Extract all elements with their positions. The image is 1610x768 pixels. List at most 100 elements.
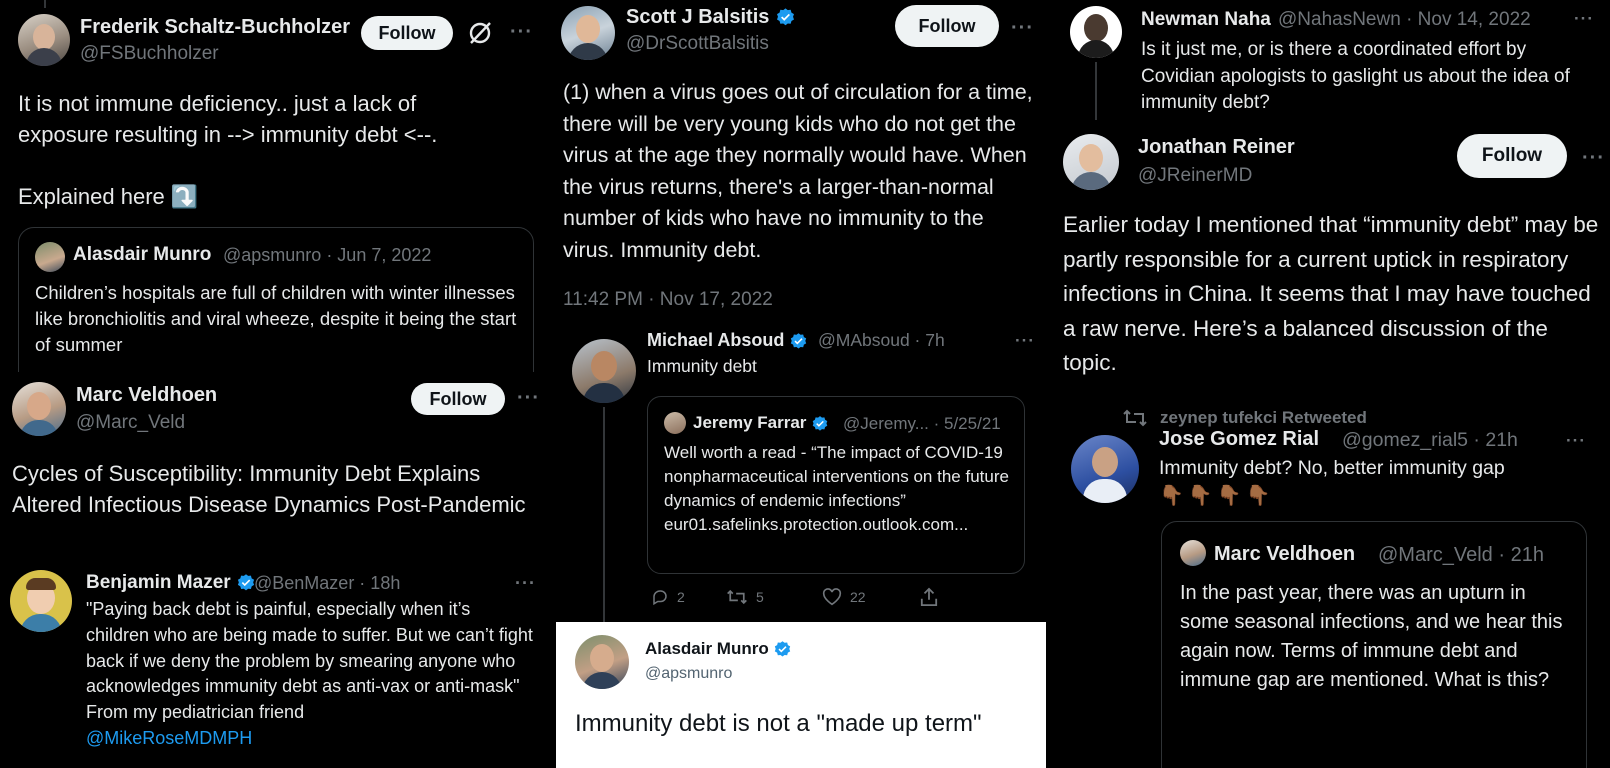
tweet-michael-absoud: Michael Absoud @MAbsoud · 7h ··· Immunit… — [546, 325, 1046, 622]
avatar[interactable] — [10, 570, 72, 632]
thread-connector — [44, 0, 46, 8]
mention-link[interactable]: @MikeRoseMDMPH — [86, 728, 252, 748]
more-options-icon[interactable]: ··· — [1566, 432, 1586, 449]
tweet-scott-balsitis: Scott J Balsitis @DrScottBalsitis Follow… — [540, 0, 1046, 325]
avatar[interactable] — [1071, 435, 1139, 503]
tweet-meta[interactable]: @MAbsoud · 7h — [818, 330, 945, 351]
quoted-text: In the past year, there was an upturn in… — [1180, 582, 1563, 691]
retweet-action[interactable]: 5 — [726, 588, 764, 606]
reply-action[interactable]: 2 — [651, 588, 685, 606]
tweet-text: Earlier today I mentioned that “immunity… — [1063, 212, 1599, 375]
author-handle[interactable]: @FSBuchholzer — [80, 43, 219, 65]
follow-button[interactable]: Follow — [361, 16, 453, 50]
more-options-icon[interactable]: ··· — [517, 388, 540, 408]
avatar — [1180, 540, 1206, 566]
tweet-text: (1) when a virus goes out of circulation… — [563, 80, 1033, 262]
verified-badge-icon — [237, 574, 255, 591]
author-handle[interactable]: @apsmunro — [645, 665, 732, 683]
follow-button[interactable]: Follow — [411, 383, 505, 415]
follow-button[interactable]: Follow — [1457, 134, 1567, 178]
author-handle[interactable]: @Marc_Veld — [76, 412, 185, 434]
retweeted-by-label: zeynep tufekci Retweeted — [1160, 408, 1367, 427]
tweet-alasdair-munro: Alasdair Munro @apsmunro Immunity debt i… — [556, 622, 1046, 768]
quoted-tweet[interactable]: Jeremy Farrar @Jeremy... · 5/25/21 Well … — [647, 396, 1025, 574]
author-name[interactable]: Benjamin Mazer — [86, 572, 256, 594]
like-action[interactable]: 22 — [822, 588, 866, 606]
tweet-meta[interactable]: @NahasNewn · Nov 14, 2022 — [1278, 9, 1531, 31]
tweet-frederik: Frederik Schaltz-Buchholzer @FSBuchholze… — [0, 0, 540, 372]
quoted-text: Well worth a read - “The impact of COVID… — [664, 443, 1009, 534]
author-name[interactable]: Jose Gomez Rial — [1159, 428, 1319, 451]
verified-badge-icon — [791, 332, 807, 349]
tweet-newman-naha: Newman Naha @NahasNewn · Nov 14, 2022 ··… — [1046, 0, 1610, 126]
author-name[interactable]: Jonathan Reiner — [1138, 136, 1295, 159]
quoted-author-name: Alasdair Munro — [73, 244, 212, 265]
author-name[interactable]: Michael Absoud — [647, 330, 808, 351]
retweet-icon — [727, 589, 747, 605]
verified-badge-icon — [776, 8, 794, 26]
author-name-text: Benjamin Mazer — [86, 572, 231, 593]
quoted-text: Children’s hospitals are full of childre… — [35, 282, 517, 355]
more-options-icon[interactable]: ··· — [1582, 148, 1605, 168]
reply-icon — [653, 590, 667, 606]
author-name-text: Scott J Balsitis — [626, 6, 770, 28]
thread-connector — [603, 407, 605, 622]
retweet-icon — [1123, 409, 1147, 427]
tweet-text-line-1: It is not immune deficiency.. just a lac… — [18, 91, 417, 116]
avatar[interactable] — [572, 339, 636, 403]
author-name[interactable]: Newman Naha — [1141, 9, 1275, 31]
quoted-tweet[interactable]: Marc Veldhoen @Marc_Veld · 21h In the pa… — [1161, 521, 1587, 768]
more-options-icon[interactable]: ··· — [1574, 10, 1594, 27]
tweet-text: Cycles of Susceptibility: Immunity Debt … — [12, 461, 526, 517]
retweeted-by[interactable]: zeynep tufekci Retweeted — [1122, 408, 1367, 428]
author-name[interactable]: Alasdair Munro — [645, 639, 792, 659]
avatar[interactable] — [1063, 134, 1119, 190]
reply-count: 2 — [677, 589, 685, 605]
tweet-marc-veldhoen: Marc Veldhoen @Marc_Veld Follow ··· Cycl… — [0, 372, 540, 552]
author-handle[interactable]: @JReinerMD — [1138, 165, 1252, 187]
more-options-icon[interactable]: ··· — [515, 574, 536, 592]
quoted-author-name: Jeremy Farrar — [693, 413, 829, 433]
tweet-body: "Paying back debt is painful, especially… — [86, 599, 533, 723]
follow-button[interactable]: Follow — [895, 5, 999, 47]
tweet-timestamp[interactable]: 11:42 PM · Nov 17, 2022 — [563, 289, 773, 311]
quoted-tweet[interactable]: Alasdair Munro @apsmunro · Jun 7, 2022 C… — [18, 227, 534, 372]
tweet-text: Is it just me, or is there a coordinated… — [1141, 39, 1570, 113]
author-name[interactable]: Marc Veldhoen — [76, 384, 217, 407]
more-options-icon[interactable]: ··· — [1011, 18, 1034, 38]
more-options-icon[interactable]: ··· — [1015, 332, 1035, 349]
avatar[interactable] — [18, 14, 70, 66]
heart-icon — [822, 588, 842, 606]
tweet-text: Immunity debt — [647, 356, 757, 376]
avatar[interactable] — [12, 382, 66, 436]
avatar[interactable] — [575, 635, 629, 689]
author-name[interactable]: Frederik Schaltz-Buchholzer — [80, 16, 350, 39]
tweet-meta[interactable]: @BenMazer · 18h — [254, 573, 400, 594]
grok-icon[interactable] — [467, 20, 493, 46]
quoted-author-name-text: Jeremy Farrar — [693, 413, 807, 432]
author-name-text: Alasdair Munro — [645, 639, 769, 658]
quoted-meta: @Jeremy... · 5/25/21 — [843, 414, 1001, 433]
quoted-meta: @apsmunro · Jun 7, 2022 — [223, 245, 432, 265]
avatar[interactable] — [1070, 6, 1122, 58]
avatar[interactable] — [561, 6, 615, 60]
tweet-jonathan-reiner: Jonathan Reiner @JReinerMD Follow ··· Ea… — [1046, 126, 1610, 400]
tweet-text-line-3: Explained here ⤵️ — [18, 184, 199, 209]
avatar — [664, 412, 686, 434]
share-icon[interactable] — [920, 587, 938, 612]
tweet-meta[interactable]: @gomez_rial5 · 21h — [1342, 429, 1518, 452]
author-name-text: Michael Absoud — [647, 330, 785, 350]
author-handle[interactable]: @DrScottBalsitis — [626, 33, 769, 55]
tweet-text: Immunity debt? No, better immunity gap — [1159, 457, 1505, 479]
quoted-meta: @Marc_Veld · 21h — [1378, 544, 1544, 566]
tweet-text: Immunity debt is not a "made up term" — [575, 710, 982, 737]
more-options-icon[interactable]: ··· — [510, 22, 533, 42]
retweet-count: 5 — [756, 589, 764, 605]
verified-badge-icon — [812, 415, 828, 431]
tweet-jose-gomez-rial: zeynep tufekci Retweeted Jose Gomez Rial… — [1046, 400, 1610, 768]
author-name[interactable]: Scott J Balsitis — [626, 6, 796, 29]
verified-badge-icon — [775, 641, 791, 657]
like-count: 22 — [850, 589, 866, 605]
tweet-text-line-2: exposure resulting in --> immunity debt … — [18, 122, 438, 147]
emoji-row: 👇🏾👇🏾👇🏾👇🏾 — [1159, 485, 1275, 507]
